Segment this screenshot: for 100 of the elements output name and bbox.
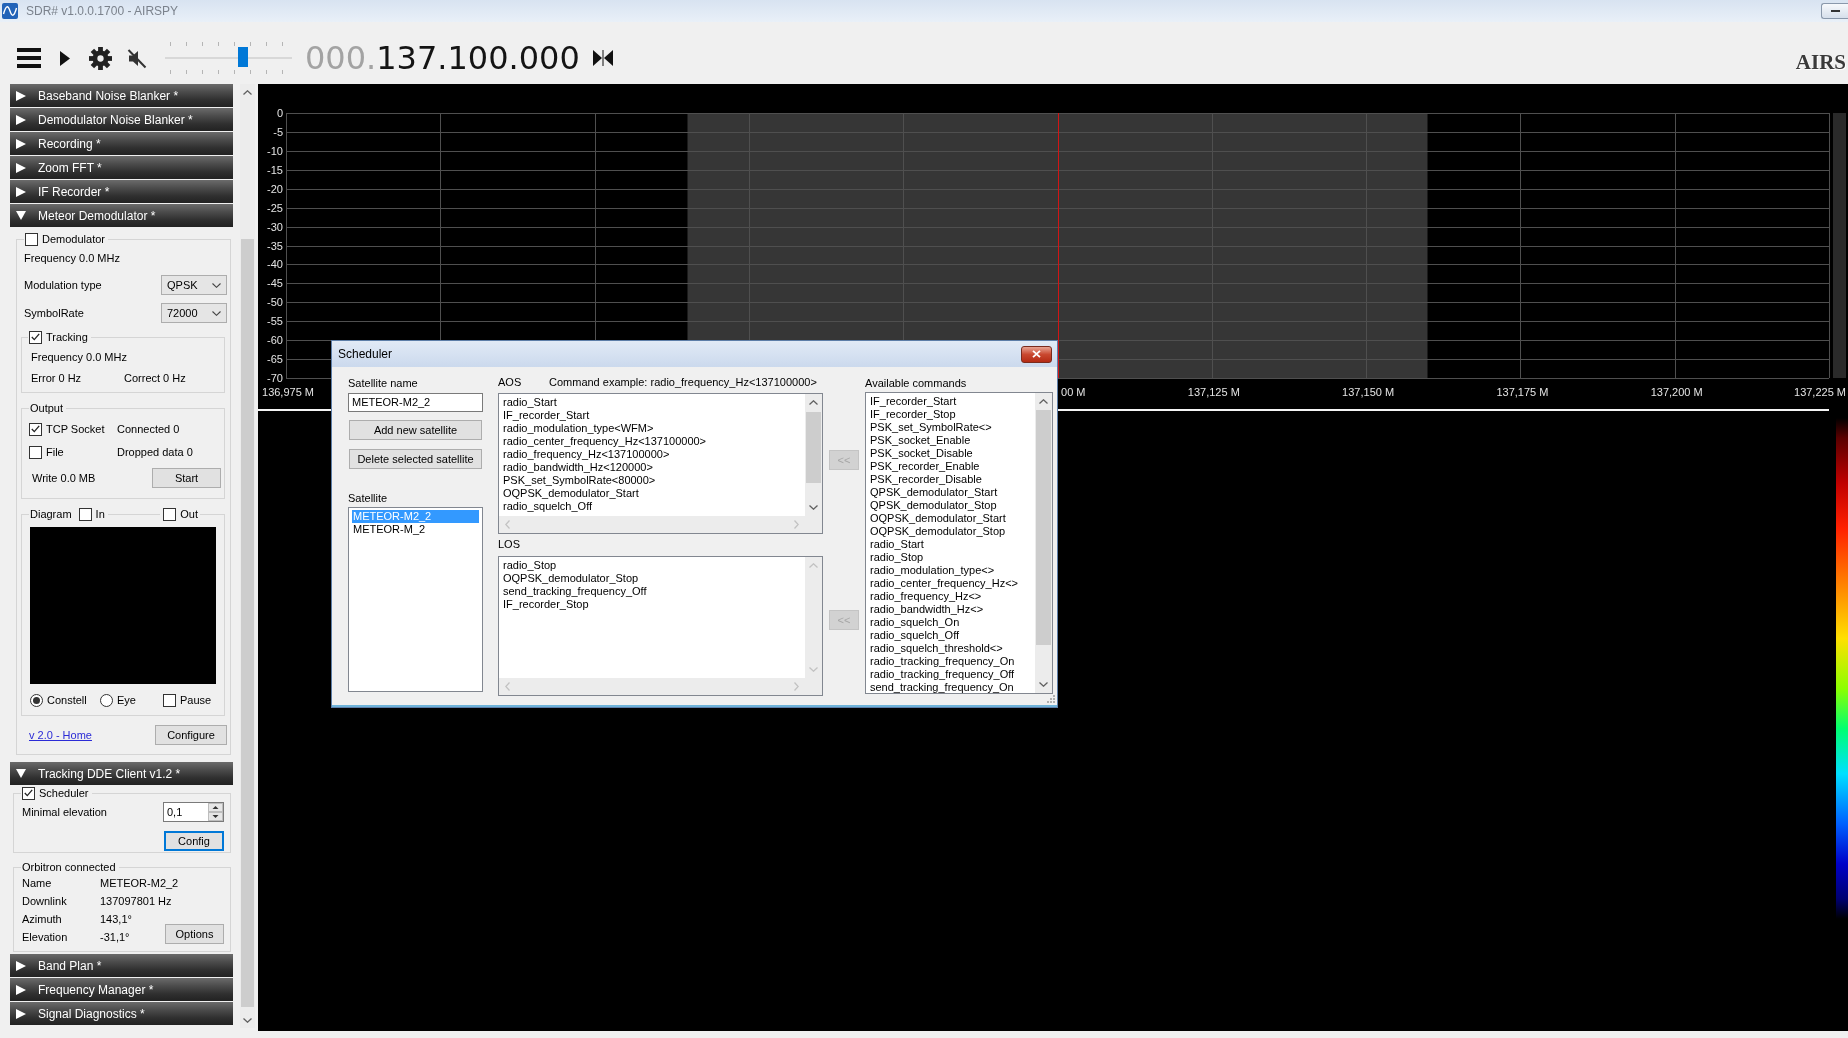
satellite-list[interactable]: METEOR-M2_2 METEOR-M_2 (348, 507, 483, 692)
out-label: Out (180, 507, 198, 521)
checkbox[interactable] (29, 422, 42, 436)
command-item[interactable]: radio_Start (869, 538, 1032, 551)
command-item[interactable]: radio_tracking_frequency_On (869, 655, 1032, 668)
checkbox[interactable] (29, 330, 42, 344)
panel-header[interactable]: Recording * (10, 132, 233, 155)
command-item[interactable]: PSK_set_SymbolRate<80000> (502, 474, 802, 487)
chevron-down-icon[interactable] (809, 505, 818, 510)
command-item[interactable]: IF_recorder_Start (869, 395, 1032, 408)
scroll-thumb[interactable] (806, 412, 821, 483)
command-item[interactable]: radio_frequency_Hz<137100000> (502, 448, 802, 461)
command-item[interactable]: radio_modulation_type<> (869, 564, 1032, 577)
command-item[interactable]: radio_squelch_Off (502, 500, 802, 513)
home-link[interactable]: v 2.0 - Home (29, 728, 92, 742)
panel-header[interactable]: Signal Diagnostics * (10, 1002, 233, 1025)
scrollbar[interactable] (805, 394, 822, 516)
checkbox[interactable] (163, 507, 177, 521)
min-elevation-label: Minimal elevation (22, 805, 107, 819)
command-item[interactable]: PSK_recorder_Enable (869, 460, 1032, 473)
symbol-rate-dropdown[interactable]: 72000 (161, 303, 227, 323)
panel-header[interactable]: Baseband Noise Blanker * (10, 84, 233, 107)
scroll-thumb[interactable] (241, 239, 254, 1007)
scrollbar[interactable] (240, 84, 255, 1028)
frequency-display[interactable]: 000.137.100.000 (305, 40, 580, 76)
command-item[interactable]: PSK_socket_Disable (869, 447, 1032, 460)
command-item[interactable]: OQPSK_demodulator_Start (869, 512, 1032, 525)
menu-icon[interactable] (17, 48, 41, 68)
satellite-name-field[interactable]: METEOR-M2_2 (348, 393, 483, 412)
configure-button[interactable]: Configure (155, 725, 227, 745)
modulation-dropdown[interactable]: QPSK (161, 275, 227, 295)
checkbox[interactable] (25, 232, 38, 246)
minimize-button[interactable] (1821, 3, 1848, 19)
options-button[interactable]: Options (165, 924, 224, 944)
command-item[interactable]: OQPSK_demodulator_Stop (869, 525, 1032, 538)
frequency-axis-label: 137,175 M (1496, 386, 1549, 398)
panel-header[interactable]: Band Plan * (10, 954, 233, 977)
command-item[interactable]: radio_tracking_frequency_Off (869, 668, 1032, 681)
triangle-right-icon (16, 90, 26, 101)
config-button[interactable]: Config (164, 831, 224, 851)
checkbox[interactable] (163, 693, 176, 707)
command-item[interactable]: send_tracking_frequency_On (869, 681, 1032, 693)
command-item[interactable]: PSK_socket_Enable (869, 434, 1032, 447)
panel-header[interactable]: Demodulator Noise Blanker * (10, 108, 233, 131)
chevron-up-icon[interactable] (243, 89, 252, 95)
speaker-muted-icon[interactable] (127, 47, 147, 69)
panel-header[interactable]: Tracking DDE Client v1.2 * (10, 762, 233, 785)
satellite-item[interactable]: METEOR-M_2 (352, 523, 479, 536)
volume-slider[interactable] (165, 42, 292, 74)
command-item[interactable]: radio_bandwidth_Hz<> (869, 603, 1032, 616)
panel-header[interactable]: IF Recorder * (10, 180, 233, 203)
command-item[interactable]: radio_Start (502, 396, 802, 409)
command-item[interactable]: PSK_set_SymbolRate<> (869, 421, 1032, 434)
scrollbar[interactable] (1035, 393, 1052, 693)
command-item[interactable]: PSK_recorder_Disable (869, 473, 1032, 486)
command-item[interactable]: radio_center_frequency_Hz<137100000> (502, 435, 802, 448)
command-list[interactable] (865, 392, 1053, 694)
dialog-button[interactable]: Delete selected satellite (349, 449, 482, 469)
dialog-button[interactable]: Add new satellite (349, 420, 482, 440)
command-item[interactable]: radio_squelch_Off (869, 629, 1032, 642)
close-button[interactable] (1021, 345, 1052, 363)
settings-icon[interactable] (89, 46, 112, 70)
command-item[interactable]: radio_squelch_threshold<> (869, 642, 1032, 655)
play-icon[interactable] (60, 50, 70, 66)
command-item[interactable]: OQPSK_demodulator_Start (502, 487, 802, 500)
command-item[interactable]: QPSK_demodulator_Start (869, 486, 1032, 499)
command-item[interactable]: radio_Stop (869, 551, 1032, 564)
command-item[interactable]: IF_recorder_Stop (502, 598, 802, 611)
panel-header[interactable]: Frequency Manager * (10, 978, 233, 1001)
checkbox[interactable] (29, 445, 42, 459)
command-item[interactable]: QPSK_demodulator_Stop (869, 499, 1032, 512)
panel-header[interactable]: Zoom FFT * (10, 156, 233, 179)
command-item[interactable]: IF_recorder_Start (502, 409, 802, 422)
command-item[interactable]: radio_Stop (502, 559, 802, 572)
spin-arrows-icon[interactable] (208, 803, 223, 821)
command-list[interactable]: radio_Stop OQPSK_demodulator_Stop send_tracking_frequency_Off IF_recorder_Stop (498, 556, 823, 696)
radio-button[interactable] (30, 693, 43, 707)
command-item[interactable]: IF_recorder_Stop (869, 408, 1032, 421)
command-item[interactable]: radio_modulation_type<WFM> (502, 422, 802, 435)
command-item[interactable]: send_tracking_frequency_Off (502, 585, 802, 598)
command-item[interactable]: radio_bandwidth_Hz<120000> (502, 461, 802, 474)
scroll-thumb[interactable] (1036, 410, 1051, 645)
center-arrows-icon[interactable] (592, 50, 613, 66)
chevron-down-icon[interactable] (243, 1017, 252, 1023)
panel-header[interactable]: Meteor Demodulator * (10, 204, 233, 227)
command-item[interactable]: radio_center_frequency_Hz<> (869, 577, 1032, 590)
checkbox[interactable] (78, 507, 92, 521)
radio-button[interactable] (100, 693, 113, 707)
command-list[interactable] (498, 393, 823, 534)
slider-thumb[interactable] (237, 47, 248, 67)
start-button[interactable]: Start (152, 468, 221, 488)
command-item[interactable]: radio_squelch_On (869, 616, 1032, 629)
resize-grip-icon[interactable] (1045, 693, 1055, 703)
checkbox[interactable] (22, 786, 35, 800)
elevation-spinner[interactable]: 0,1 (163, 802, 224, 822)
command-item[interactable]: radio_frequency_Hz<> (869, 590, 1032, 603)
chevron-up-icon[interactable] (809, 400, 818, 405)
chevron-up-icon[interactable] (1039, 399, 1048, 404)
command-item[interactable]: OQPSK_demodulator_Stop (502, 572, 802, 585)
chevron-down-icon[interactable] (1039, 682, 1048, 687)
